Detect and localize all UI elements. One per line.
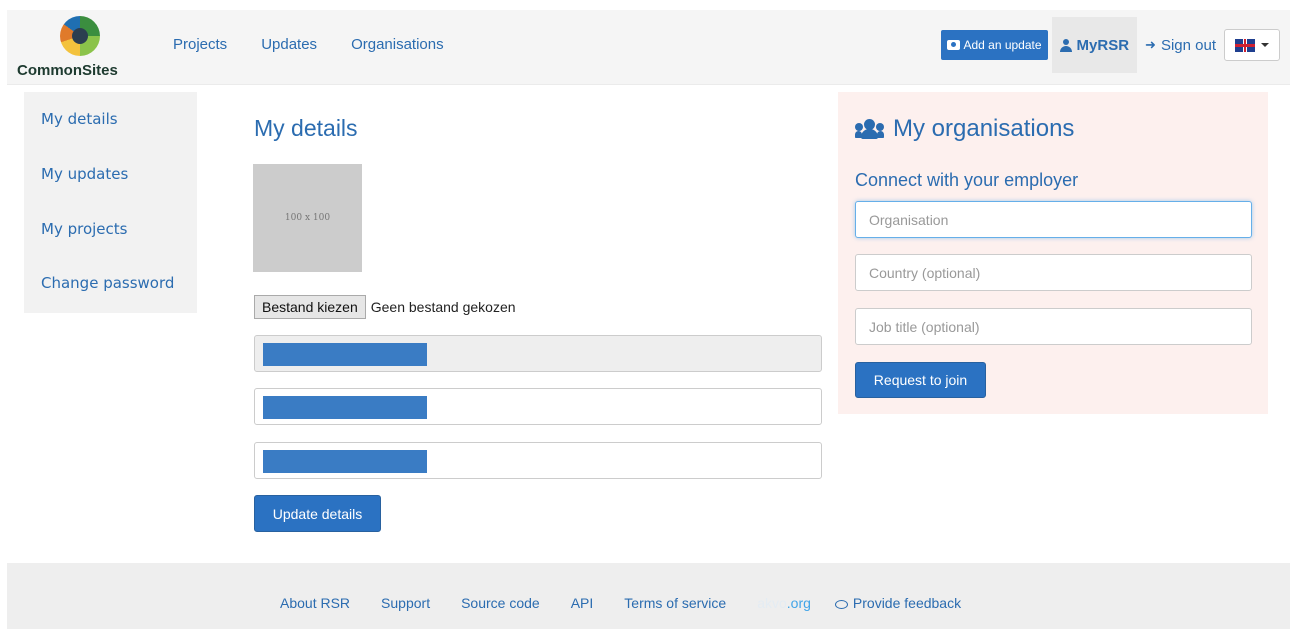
feedback-label: Provide feedback [852, 595, 962, 611]
caret-down-icon [1261, 43, 1269, 47]
comment-icon [834, 600, 848, 609]
footer-link-api[interactable]: API [571, 595, 594, 611]
sidebar: My details My updates My projects Change… [24, 92, 197, 313]
organisations-panel: My organisations Connect with your emplo… [838, 92, 1268, 414]
sign-out-link[interactable]: ➜ Sign out [1145, 37, 1216, 54]
redacted-value [263, 450, 427, 473]
redacted-value [263, 396, 427, 419]
users-icon [855, 118, 885, 140]
job-title-input[interactable]: Job title (optional) [855, 308, 1252, 345]
country-input[interactable]: Country (optional) [855, 254, 1252, 291]
nav-right: Add an update MyRSR ➜ Sign out [941, 17, 1280, 73]
camera-icon [947, 40, 961, 50]
top-navbar: CommonSites Projects Updates Organisatio… [7, 10, 1290, 85]
sidebar-item-my-projects[interactable]: My projects [41, 220, 127, 238]
nav-link-updates[interactable]: Updates [261, 36, 317, 53]
footer-link-support[interactable]: Support [381, 595, 430, 611]
redacted-value [263, 343, 427, 366]
commonsites-logo-icon [60, 16, 100, 56]
sidebar-item-my-updates[interactable]: My updates [41, 165, 128, 183]
choose-file-button[interactable]: Bestand kiezen [254, 295, 366, 319]
first-name-field[interactable] [254, 388, 822, 425]
file-input: Bestand kiezen Geen bestand gekozen [254, 295, 516, 319]
sidebar-item-change-password[interactable]: Change password [41, 274, 174, 292]
provide-feedback-link[interactable]: Provide feedback [834, 595, 962, 611]
myrsr-link[interactable]: MyRSR [1051, 17, 1138, 73]
nav-link-projects[interactable]: Projects [173, 36, 227, 53]
sign-out-icon: ➜ [1145, 37, 1156, 52]
uk-flag-icon [1235, 38, 1255, 52]
file-status: Geen bestand gekozen [370, 299, 516, 315]
organisations-title: My organisations [855, 115, 1074, 143]
main-nav: Projects Updates Organisations [173, 36, 478, 53]
sign-out-label: Sign out [1160, 36, 1216, 54]
request-to-join-button[interactable]: Request to join [855, 362, 986, 398]
add-update-button[interactable]: Add an update [941, 30, 1048, 60]
last-name-field[interactable] [254, 442, 822, 479]
nav-link-organisations[interactable]: Organisations [351, 36, 444, 53]
footer: About RSR Support Source code API Terms … [7, 563, 1290, 629]
akvo-logo-link[interactable]: akvo.org [757, 595, 811, 611]
sidebar-item-my-details[interactable]: My details [41, 110, 118, 128]
avatar-placeholder: 100 x 100 [284, 213, 331, 223]
update-details-button[interactable]: Update details [254, 495, 381, 532]
add-update-label: Add an update [963, 38, 1042, 52]
page-title: My details [254, 115, 358, 141]
avatar: 100 x 100 [253, 164, 362, 272]
myrsr-label: MyRSR [1076, 36, 1130, 54]
logo[interactable]: CommonSites [17, 14, 127, 84]
footer-link-about[interactable]: About RSR [280, 595, 350, 611]
akvo-prefix: akvo [757, 595, 787, 611]
language-dropdown[interactable] [1224, 29, 1280, 61]
organisations-title-text: My organisations [893, 115, 1075, 142]
connect-employer-heading: Connect with your employer [855, 170, 1079, 190]
akvo-suffix: .org [786, 595, 811, 611]
footer-link-terms[interactable]: Terms of service [624, 595, 726, 611]
user-icon [1059, 38, 1072, 52]
logo-text: CommonSites [17, 62, 118, 79]
organisation-input[interactable]: Organisation [855, 201, 1252, 238]
footer-links: About RSR Support Source code API Terms … [280, 595, 992, 611]
email-field[interactable] [254, 335, 822, 372]
footer-link-source-code[interactable]: Source code [461, 595, 540, 611]
